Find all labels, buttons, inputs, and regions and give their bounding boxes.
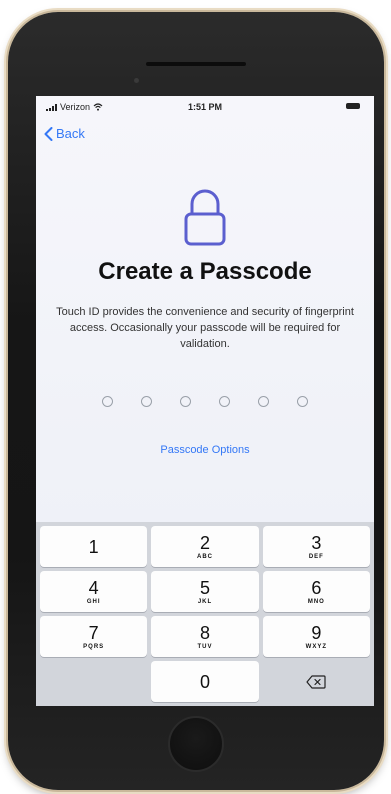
key-digit: 9 xyxy=(311,622,322,643)
home-button[interactable] xyxy=(168,716,224,772)
passcode-description: Touch ID provides the convenience and se… xyxy=(56,306,354,350)
page-title: Create a Passcode xyxy=(98,258,312,285)
backspace-icon xyxy=(306,674,326,689)
key-7[interactable]: 7 PQRS xyxy=(40,616,148,657)
screen: Verizon 1:51 PM Back Create a Passcode T… xyxy=(36,96,374,706)
earpiece xyxy=(146,62,246,66)
key-9[interactable]: 9 WXYZ xyxy=(262,616,370,657)
passcode-dot xyxy=(180,396,191,407)
key-letters: WXYZ xyxy=(305,643,327,650)
chevron-left-icon xyxy=(44,126,53,141)
key-digit: 7 xyxy=(88,622,99,643)
key-blank xyxy=(40,661,147,702)
key-letters: MNO xyxy=(307,598,325,605)
key-digit: 2 xyxy=(199,532,210,553)
key-letters: PQRS xyxy=(83,643,105,650)
key-digit: 6 xyxy=(311,577,322,598)
key-letters: DEF xyxy=(308,553,324,560)
key-1[interactable]: 1 xyxy=(40,526,148,567)
key-digit: 5 xyxy=(199,577,210,598)
passcode-dot xyxy=(141,396,152,407)
delete-key[interactable] xyxy=(263,661,370,702)
passcode-dot xyxy=(102,396,113,407)
passcode-dot xyxy=(219,396,230,407)
back-label: Back xyxy=(56,126,85,141)
numeric-keypad: 1 2 ABC 3 DEF 4 GHI 5 JKL 6 MNO 7 PQRS 8… xyxy=(36,522,374,706)
key-8[interactable]: 8 TUV xyxy=(151,616,259,657)
key-digit: 0 xyxy=(199,671,210,692)
key-0[interactable]: 0 xyxy=(151,661,259,702)
key-digit: 4 xyxy=(88,577,99,598)
lock-icon xyxy=(184,189,226,246)
passcode-dot xyxy=(258,396,269,407)
key-digit: 1 xyxy=(88,536,99,557)
key-letters: GHI xyxy=(86,598,101,605)
key-digit: 3 xyxy=(311,532,322,553)
key-5[interactable]: 5 JKL xyxy=(151,571,259,612)
back-button[interactable]: Back xyxy=(44,126,85,141)
phone-device: Verizon 1:51 PM Back Create a Passcode T… xyxy=(8,12,384,790)
key-letters: JKL xyxy=(197,598,213,605)
passcode-dots xyxy=(36,396,374,407)
key-letters: ABC xyxy=(196,553,213,560)
passcode-dot xyxy=(297,396,308,407)
front-camera xyxy=(134,78,139,83)
key-2[interactable]: 2 ABC xyxy=(151,526,259,567)
key-4[interactable]: 4 GHI xyxy=(40,571,148,612)
key-letters: TUV xyxy=(197,643,213,650)
passcode-options-link[interactable]: Passcode Options xyxy=(36,444,374,456)
key-6[interactable]: 6 MNO xyxy=(262,571,370,612)
key-3[interactable]: 3 DEF xyxy=(262,526,370,567)
status-time: 1:51 PM xyxy=(187,102,222,112)
status-bar: Verizon 1:51 PM xyxy=(36,96,374,118)
battery-icon xyxy=(346,103,360,109)
key-digit: 8 xyxy=(199,622,210,643)
